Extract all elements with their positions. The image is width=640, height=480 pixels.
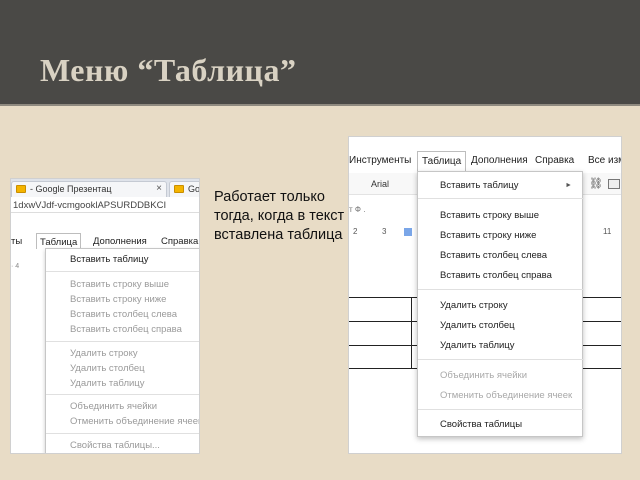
menu-separator [46, 271, 199, 272]
menu-all-changes[interactable]: Все изм [588, 155, 621, 166]
ruler-mark: 2 [353, 227, 358, 236]
indent-marker-icon[interactable] [404, 228, 412, 236]
menu-item-insert-row-below: Вставить строку ниже [70, 294, 167, 305]
menu-item-insert-row-above[interactable]: Вставить строку выше [440, 210, 539, 221]
menu-item-delete-row: Удалить строку [70, 348, 138, 359]
browser-tab-label: Goo [188, 184, 200, 194]
menu-item-table-properties: Свойства таблицы... [70, 440, 160, 451]
menu-item-insert-column-left[interactable]: Вставить столбец слева [440, 250, 547, 261]
menu-separator [418, 198, 584, 199]
menubar: ты Таблица Дополнения Справка [11, 233, 199, 249]
menu-item-merge-cells: Объединить ячейки [440, 370, 528, 381]
browser-tab[interactable]: Goo [169, 181, 200, 197]
font-select[interactable]: Arial [371, 179, 389, 189]
browser-tab-strip: - Google Презентац × Goo [11, 179, 200, 197]
menu-tools[interactable]: ты [11, 236, 22, 247]
menu-table[interactable]: Таблица [417, 151, 467, 172]
menu-item-insert-table[interactable]: Вставить таблицу [70, 254, 149, 265]
title-divider [0, 104, 640, 106]
browser-tab[interactable]: - Google Презентац × [11, 181, 167, 197]
menu-separator [418, 409, 584, 410]
browser-tab-label: - Google Презентац [30, 184, 112, 194]
menu-help[interactable]: Справка [161, 236, 198, 247]
menu-help[interactable]: Справка [535, 155, 574, 166]
menu-item-insert-column-right: Вставить столбец справа [70, 324, 182, 335]
menu-item-insert-row-below[interactable]: Вставить строку ниже [440, 230, 536, 241]
menu-separator [46, 433, 199, 434]
address-bar[interactable]: 1dxwVJdf-vcmgooklAPSURDDBKCI [11, 197, 199, 213]
menu-item-insert-column-right[interactable]: Вставить столбец справа [440, 270, 552, 281]
close-icon[interactable]: × [156, 183, 162, 194]
menu-item-delete-column[interactable]: Удалить столбец [440, 320, 515, 331]
menu-item-delete-row[interactable]: Удалить строку [440, 300, 508, 311]
menu-tools[interactable]: Инструменты [349, 155, 411, 166]
menu-item-merge-cells: Объединить ячейки [70, 401, 158, 412]
ruler: · 4 [11, 263, 20, 270]
menu-item-insert-table[interactable]: Вставить таблицу [440, 180, 519, 191]
menubar: Инструменты Таблица Дополнения Справка В… [349, 151, 621, 172]
menu-item-table-properties[interactable]: Свойства таблицы [440, 419, 522, 430]
format-row: т Ф . [349, 205, 366, 214]
body-text: Работает только тогда, когда в текст вст… [214, 189, 345, 243]
screenshot-disabled-menu: - Google Презентац × Goo 1dxwVJdf-vcmgoo… [10, 178, 200, 454]
ruler-mark: 3 [382, 227, 387, 236]
menu-separator [418, 289, 584, 290]
slides-favicon-icon [174, 185, 184, 193]
menu-item-unmerge-cells: Отменить объединение ячеек [70, 416, 200, 427]
menu-addons[interactable]: Дополнения [93, 236, 147, 247]
submenu-arrow-icon: ► [565, 182, 572, 189]
comment-icon[interactable] [608, 179, 620, 189]
slide-title: Меню “Таблица” [40, 52, 297, 88]
ruler-mark: 11 [603, 227, 612, 236]
link-icon[interactable]: ⛓ [589, 177, 603, 190]
menu-item-delete-table[interactable]: Удалить таблицу [440, 340, 515, 351]
menu-addons[interactable]: Дополнения [471, 155, 528, 166]
table-menu-dropdown: Вставить таблицу ► Вставить строку выше … [417, 171, 584, 437]
menu-item-delete-column: Удалить столбец [70, 363, 145, 374]
menu-item-insert-row-above: Вставить строку выше [70, 279, 170, 290]
menu-separator [418, 359, 584, 360]
menu-item-insert-column-left: Вставить столбец слева [70, 309, 178, 320]
menu-item-delete-table: Удалить таблицу [70, 378, 145, 389]
table-menu-dropdown: Вставить таблицу Вставить строку выше Вс… [45, 248, 200, 453]
screenshot-enabled-menu: Инструменты Таблица Дополнения Справка В… [348, 136, 622, 454]
table-line [411, 297, 412, 369]
menu-separator [46, 341, 199, 342]
menu-item-unmerge-cells: Отменить объединение ячеек [440, 390, 573, 401]
menu-table[interactable]: Таблица [36, 233, 82, 249]
menu-separator [46, 394, 199, 395]
slides-favicon-icon [16, 185, 26, 193]
